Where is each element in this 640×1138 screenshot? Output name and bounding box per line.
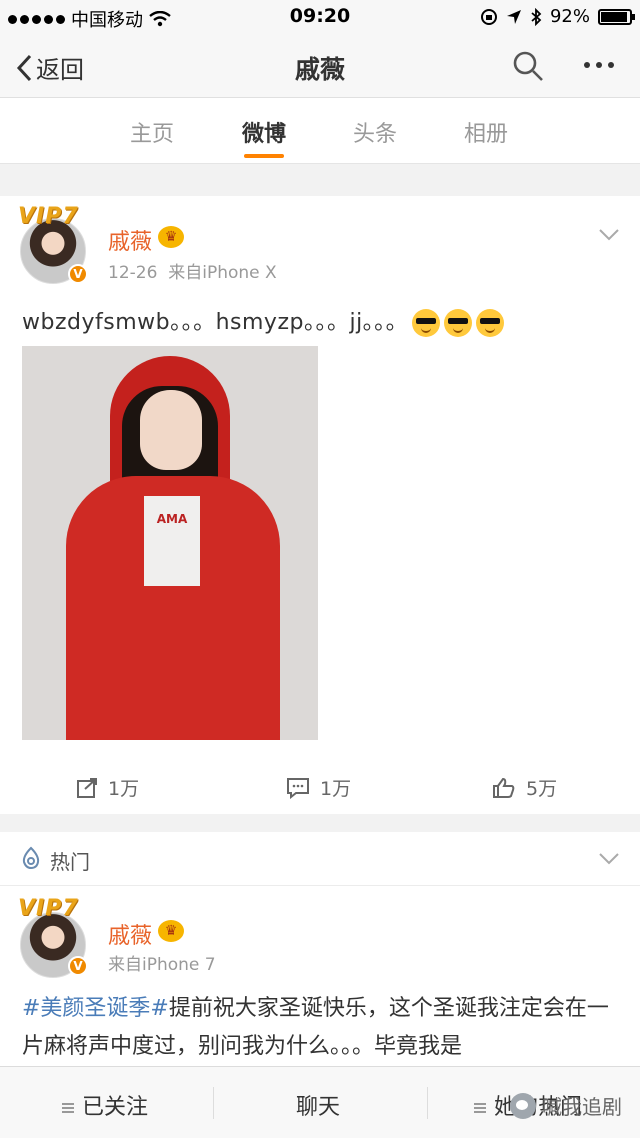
repost-button[interactable]: 1万 — [76, 774, 139, 801]
like-button[interactable]: 5万 — [492, 774, 557, 801]
crown-icon: ♛ — [158, 920, 184, 942]
cool-emoji-icon — [444, 309, 473, 337]
bluetooth-icon — [531, 7, 542, 26]
crown-icon: ♛ — [158, 226, 184, 248]
hot-label: 热门 — [50, 850, 90, 874]
battery-percent: 92% — [549, 6, 590, 27]
verified-badge: V — [68, 264, 88, 284]
watermark: 喊我追剧 — [510, 1091, 622, 1120]
menu-icon — [474, 1103, 486, 1113]
tab-album[interactable]: 相册 — [436, 116, 536, 148]
page-title: 戚薇 — [294, 55, 345, 84]
weibo-post: VIP7 V 戚薇 ♛ 12-26 来自iPhone X wbzdyfsmwb。… — [0, 196, 640, 814]
repost-count: 1万 — [108, 778, 140, 800]
status-bar: 中国移动 09:20 92% — [0, 0, 640, 34]
like-count: 5万 — [526, 778, 558, 800]
battery-icon — [598, 8, 635, 25]
post-meta: 12-26 来自iPhone X — [108, 258, 277, 283]
navigation-bar: 返回 戚薇 — [0, 34, 640, 98]
follow-label: 已关注 — [82, 1095, 149, 1120]
chat-button[interactable]: 聊天 — [296, 1089, 340, 1121]
verified-badge: V — [68, 956, 88, 976]
profile-tabs: 主页 微博 头条 相册 — [0, 98, 640, 164]
location-icon — [506, 9, 521, 24]
tab-weibo[interactable]: 微博 — [214, 116, 314, 158]
username[interactable]: 戚薇 — [108, 224, 152, 256]
repost-icon — [77, 777, 97, 798]
topic-link[interactable]: #美颜圣诞季# — [22, 996, 169, 1021]
menu-icon — [62, 1103, 74, 1113]
wechat-icon — [510, 1092, 536, 1119]
follow-button[interactable]: 已关注 — [62, 1089, 148, 1121]
hot-post: 热门 VIP7 V 戚薇 ♛ 来自iPhone 7 #美颜圣诞季#提前祝大家圣诞… — [0, 832, 640, 1072]
vip-badge: VIP7 — [18, 896, 79, 921]
post-source: 来自iPhone X — [168, 263, 277, 283]
orientation-lock-icon — [480, 8, 497, 25]
thumbs-up-icon — [493, 777, 515, 798]
tab-weibo-label: 微博 — [241, 122, 286, 147]
cool-emoji-icon — [476, 309, 505, 337]
hot-post-text: #美颜圣诞季#提前祝大家圣诞快乐，这个圣诞我注定会在一片麻将声中度过，别问我为什… — [22, 990, 622, 1066]
chevron-down-icon[interactable] — [598, 852, 620, 866]
post-source: 来自iPhone 7 — [108, 955, 216, 975]
post-body: wbzdyfsmwb。。。hsmyzp。。。jj。。。 — [22, 310, 409, 335]
photo-shirt: AMA — [144, 496, 200, 586]
chevron-left-icon — [16, 54, 32, 81]
comment-icon — [287, 777, 309, 799]
cool-emoji-icon — [412, 309, 441, 337]
watermark-label: 喊我追剧 — [542, 1095, 622, 1119]
vip-badge: VIP7 — [18, 204, 79, 229]
hot-icon — [22, 846, 40, 870]
photo-face — [140, 390, 202, 470]
photo-caption: AMA — [156, 512, 188, 526]
divider — [427, 1087, 428, 1119]
search-icon[interactable] — [512, 50, 544, 82]
divider — [213, 1087, 214, 1119]
tab-active-indicator — [244, 154, 284, 158]
tab-headlines[interactable]: 头条 — [325, 116, 425, 148]
comment-button[interactable]: 1万 — [286, 774, 351, 801]
post-text: wbzdyfsmwb。。。hsmyzp。。。jj。。。 — [22, 304, 505, 337]
post-date: 12-26 — [108, 263, 158, 283]
comment-count: 1万 — [320, 778, 352, 800]
username[interactable]: 戚薇 — [108, 918, 152, 950]
back-button[interactable]: 返回 — [16, 50, 84, 85]
hot-header[interactable]: 热门 — [0, 832, 640, 886]
status-right: 92% — [480, 6, 635, 27]
more-button[interactable] — [584, 62, 614, 68]
tab-home[interactable]: 主页 — [102, 116, 202, 148]
chevron-down-icon[interactable] — [598, 228, 620, 242]
back-label: 返回 — [36, 56, 84, 84]
bottom-bar: 已关注 聊天 她的热门 喊我追剧 — [0, 1066, 640, 1138]
post-actions: 1万 1万 5万 — [0, 762, 640, 814]
post-photo[interactable]: AMA — [22, 346, 318, 740]
